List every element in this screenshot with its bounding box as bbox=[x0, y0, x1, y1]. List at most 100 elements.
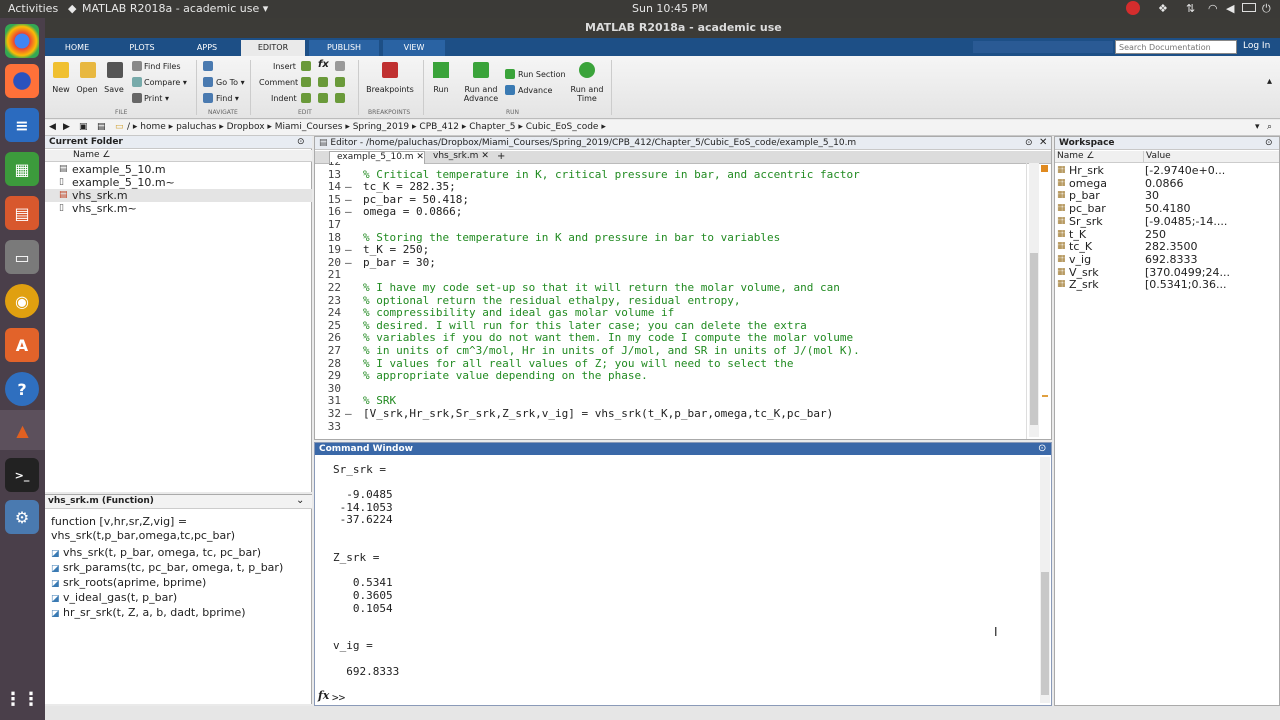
command-output[interactable]: Sr_srk = -9.0485 -14.1053 -37.6224 Z_srk … bbox=[315, 461, 1035, 691]
workspace-row[interactable]: ▦ Sr_srk [-9.0485;-14.... bbox=[1055, 215, 1279, 228]
workspace-row[interactable]: ▦ t_K 250 bbox=[1055, 228, 1279, 241]
insert-dropdown-icon[interactable] bbox=[335, 61, 345, 71]
breakpoint-dash[interactable]: – bbox=[345, 181, 352, 194]
workspace-row[interactable]: ▦ omega 0.0866 bbox=[1055, 177, 1279, 190]
comment-button[interactable]: Comment bbox=[259, 78, 298, 87]
go-to-button[interactable]: Go To ▾ bbox=[216, 78, 245, 87]
command-scroll-thumb[interactable] bbox=[1041, 572, 1049, 695]
quick-access-toolbar[interactable] bbox=[973, 41, 1113, 53]
file-row[interactable]: ▯ vhs_srk.m~ bbox=[45, 202, 312, 215]
back-forward-icon[interactable] bbox=[203, 61, 213, 71]
code-analyzer-indicator[interactable] bbox=[1041, 165, 1048, 172]
tab-home[interactable]: HOME bbox=[47, 40, 107, 56]
insert-button[interactable]: Insert bbox=[273, 62, 296, 71]
log-in-link[interactable]: Log In bbox=[1243, 41, 1270, 51]
wrap-comment-icon[interactable] bbox=[335, 77, 345, 87]
function-item[interactable]: ◪ v_ideal_gas(t, p_bar) bbox=[51, 591, 283, 606]
matlab-icon[interactable]: ▲ bbox=[0, 410, 45, 450]
back-icon[interactable]: ◀ bbox=[49, 122, 56, 132]
battery-icon[interactable] bbox=[1242, 3, 1256, 12]
breakpoint-dash[interactable]: – bbox=[345, 256, 352, 270]
workspace-row[interactable]: ▦ Hr_srk [-2.9740e+0... bbox=[1055, 164, 1279, 177]
browse-folder-icon[interactable]: ▤ bbox=[97, 122, 106, 132]
command-window-menu-icon[interactable]: ⊙ bbox=[1038, 443, 1046, 454]
breakpoint-dash[interactable]: – bbox=[345, 407, 352, 421]
increase-indent-icon[interactable] bbox=[318, 93, 328, 103]
wifi-icon[interactable]: ◠ bbox=[1208, 2, 1218, 15]
function-item[interactable]: ◪ srk_params(tc, pc_bar, omega, t, p_bar… bbox=[51, 561, 283, 576]
firefox-icon[interactable] bbox=[5, 64, 39, 98]
warning-marker[interactable] bbox=[1042, 395, 1048, 397]
run-and-advance-button[interactable]: Run and Advance bbox=[463, 85, 499, 103]
uncomment-icon[interactable] bbox=[318, 77, 328, 87]
rhythmbox-icon[interactable]: ◉ bbox=[5, 284, 39, 318]
software-icon[interactable]: A bbox=[5, 328, 39, 362]
breakpoints-button[interactable]: Breakpoints bbox=[365, 85, 415, 94]
compare-button[interactable]: Compare ▾ bbox=[144, 78, 187, 87]
terminal-icon[interactable]: >_ bbox=[5, 458, 39, 492]
fx-icon[interactable]: fx bbox=[318, 59, 329, 70]
breadcrumb-item[interactable]: Dropbox bbox=[227, 122, 265, 132]
code-area[interactable]: 1213% Critical temperature in K, critica… bbox=[315, 162, 1033, 438]
volume-icon[interactable]: ◀ bbox=[1226, 2, 1234, 15]
command-scrollbar[interactable] bbox=[1040, 457, 1050, 703]
workspace-row[interactable]: ▦ tc_K 282.3500 bbox=[1055, 240, 1279, 253]
breadcrumb-item[interactable]: home bbox=[140, 122, 166, 132]
function-browser-icon[interactable]: fx bbox=[318, 689, 329, 702]
panel-menu-icon[interactable]: ⊙ bbox=[297, 137, 305, 147]
breadcrumb-root[interactable]: / bbox=[127, 122, 130, 132]
impress-icon[interactable]: ▤ bbox=[5, 196, 39, 230]
show-apps-icon[interactable]: ⋮⋮ bbox=[4, 682, 40, 716]
breadcrumb-item[interactable]: Cubic_EoS_code bbox=[526, 122, 599, 132]
find-files-button[interactable]: Find Files bbox=[144, 62, 181, 71]
breadcrumb-item[interactable]: Chapter_5 bbox=[469, 122, 515, 132]
writer-icon[interactable]: ≡ bbox=[5, 108, 39, 142]
help-icon[interactable]: ? bbox=[5, 372, 39, 406]
workspace-row[interactable]: ▦ v_ig 692.8333 bbox=[1055, 253, 1279, 266]
name-column-label[interactable]: Name ∠ bbox=[73, 150, 110, 160]
function-item[interactable]: ◪ srk_roots(aprime, bprime) bbox=[51, 576, 283, 591]
indent-button[interactable]: Indent bbox=[271, 94, 297, 103]
command-window-title[interactable]: Command Window bbox=[315, 443, 1051, 455]
activities-button[interactable]: Activities bbox=[8, 2, 58, 15]
editor-menu-icon[interactable]: ⊙ bbox=[1025, 138, 1033, 148]
workspace-row[interactable]: ▦ V_srk [370.0499;24... bbox=[1055, 266, 1279, 279]
close-editor-icon[interactable]: ✕ bbox=[1039, 137, 1047, 148]
find-button[interactable]: Find ▾ bbox=[216, 94, 239, 103]
workspace-menu-icon[interactable]: ⊙ bbox=[1265, 138, 1273, 148]
tab-plots[interactable]: PLOTS bbox=[111, 40, 173, 56]
function-item[interactable]: ◪ vhs_srk(t, p_bar, omega, tc, pc_bar) bbox=[51, 546, 283, 561]
breadcrumb-item[interactable]: Miami_Courses bbox=[275, 122, 343, 132]
search-documentation-input[interactable] bbox=[1115, 40, 1237, 54]
print-button[interactable]: Print ▾ bbox=[144, 94, 169, 103]
collapse-ribbon-icon[interactable]: ▴ bbox=[1267, 76, 1272, 87]
forward-icon[interactable]: ▶ bbox=[63, 122, 70, 132]
record-icon[interactable] bbox=[1126, 1, 1140, 15]
run-and-time-button[interactable]: Run and Time bbox=[569, 85, 605, 103]
chrome-icon[interactable] bbox=[5, 24, 39, 58]
editor-scroll-thumb[interactable] bbox=[1030, 253, 1038, 425]
up-folder-icon[interactable]: ▣ bbox=[79, 122, 88, 132]
command-prompt[interactable]: >> bbox=[332, 691, 345, 704]
dropbox-icon[interactable]: ❖ bbox=[1158, 2, 1168, 15]
tab-view[interactable]: VIEW bbox=[383, 40, 445, 56]
search-folder-icon[interactable]: ⌕ bbox=[1267, 122, 1272, 132]
breadcrumb-item[interactable]: CPB_412 bbox=[419, 122, 459, 132]
file-row[interactable]: ▯ example_5_10.m~ bbox=[45, 176, 312, 189]
name-column-header[interactable]: Name ∠ bbox=[1057, 151, 1094, 161]
breakpoint-dash[interactable]: – bbox=[345, 206, 352, 219]
function-item[interactable]: ◪ hr_sr_srk(t, Z, a, b, dadt, bprime) bbox=[51, 606, 283, 621]
path-dropdown-icon[interactable]: ▾ bbox=[1255, 122, 1260, 132]
workspace-row[interactable]: ▦ pc_bar 50.4180 bbox=[1055, 202, 1279, 215]
app-menu[interactable]: MATLAB R2018a - academic use ▾ bbox=[82, 2, 268, 15]
network-icon[interactable]: ⇅ bbox=[1186, 2, 1195, 15]
folder-column-header[interactable]: Name ∠ bbox=[45, 150, 312, 162]
tab-editor[interactable]: EDITOR bbox=[241, 40, 305, 56]
save-button[interactable]: Save bbox=[103, 85, 125, 94]
settings-icon[interactable]: ⚙ bbox=[5, 500, 39, 534]
decrease-indent-icon[interactable] bbox=[335, 93, 345, 103]
close-tab-icon[interactable]: ✕ bbox=[416, 152, 424, 162]
run-button[interactable]: Run bbox=[428, 85, 454, 94]
advance-button[interactable]: Advance bbox=[518, 86, 552, 95]
file-row[interactable]: ▤ example_5_10.m bbox=[45, 163, 312, 176]
